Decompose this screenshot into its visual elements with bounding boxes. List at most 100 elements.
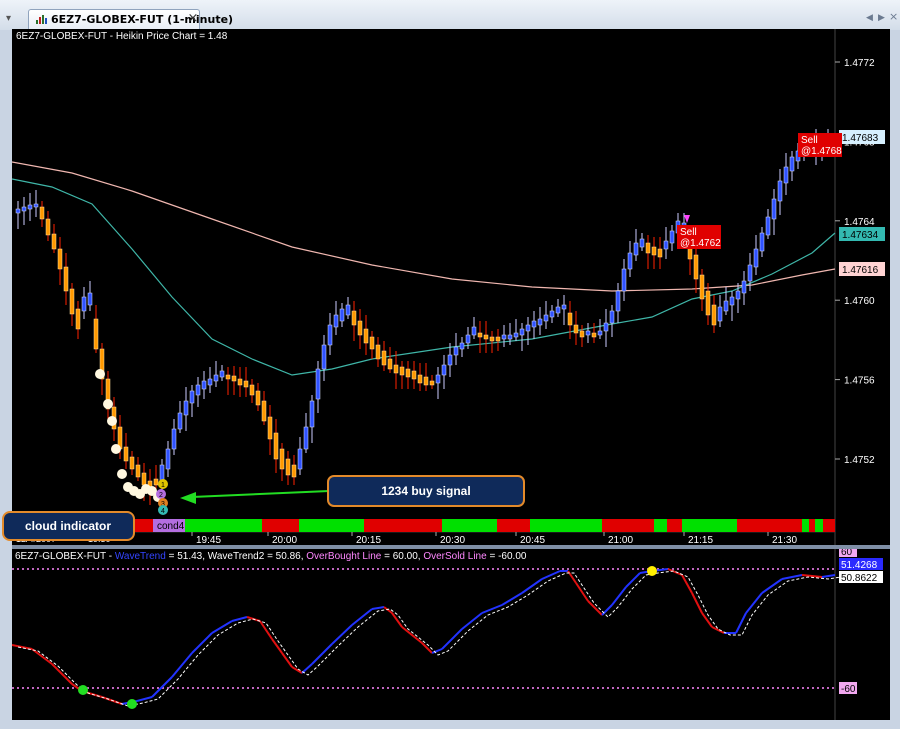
candle-body [249,384,255,396]
candle-body [75,308,81,330]
candle-body [87,292,93,306]
candle-body [387,358,393,370]
candle-body [399,366,405,376]
candle-body [27,204,33,210]
candle-body [717,306,723,322]
buy-signal-label: 1234 buy signal [381,484,470,498]
candle-body [267,416,273,440]
candle-body [513,332,519,338]
price-pane[interactable]: 1234 1.47721.47681.47641.47601.47561.475… [12,29,890,545]
wavetrend-segment [441,628,463,650]
sell-label: Sell [801,135,818,146]
candle-body [429,380,435,386]
wavetrend-segment [171,652,193,678]
candle-body [285,458,291,476]
candle-body [561,304,567,310]
candle-body [165,448,171,470]
scroll-right-icon[interactable]: ▶ [878,12,888,24]
candle-body [729,296,735,306]
window-close-icon[interactable]: × [889,11,899,23]
chart-tab[interactable]: 6EZ7-GLOBEX-FUT (1-minute) × [28,9,233,30]
wavetrend-segment [331,624,353,645]
wavetrend-segment [211,620,233,634]
candle-body [81,296,87,312]
scroll-left-icon[interactable]: ◀ [866,12,876,24]
ob-value: = 60.00, [381,551,423,562]
osc-badge-label: -60 [841,684,856,695]
wavetrend-segment [136,696,153,702]
candle-body [459,342,465,350]
candle-body [339,308,345,322]
wavetrend-segment [401,626,423,644]
os-name: OverSold Line [423,551,487,562]
candle-body [555,306,561,314]
wavetrend-segment [711,626,725,634]
wavetrend-chart[interactable]: 60 51.4268 50.8622 -60 6EZ7-GLOBEX-FUT - Wa… [12,549,890,720]
candle-body [15,208,21,214]
wavetrend-segment [625,572,641,588]
candle-body [663,240,669,250]
os-cross-dot [127,699,137,709]
buy-dot [107,416,117,426]
candle-body [609,310,615,324]
tab-close-icon[interactable]: × [186,11,200,27]
candle-body [477,332,483,338]
candle-body [639,238,645,248]
candle-body [219,370,225,378]
candle-body [171,428,177,450]
candle-body [225,374,231,380]
price-chart[interactable]: 1234 1.47721.47681.47641.47601.47561.475… [12,29,890,545]
candle-body [669,230,675,244]
cloud-segment [815,519,823,532]
cloud-indicator-label: cloud indicator [25,519,111,533]
candle-body [447,354,453,366]
candle-body [45,218,51,236]
x-tick-label: 21:00 [608,535,633,545]
candle-body [417,374,423,384]
candle-body [141,472,147,486]
candle-body [519,328,525,336]
x-tick-label: 21:15 [688,535,713,545]
wavetrend-title: 6EZ7-GLOBEX-FUT - WaveTrend = 51.43, Wav… [15,551,527,562]
candle-body [237,378,243,386]
cloud-segment [442,519,497,532]
wavetrend-segment [501,592,523,606]
candle-body [435,374,441,384]
candle-body [495,336,501,342]
candle-body [153,478,159,486]
wavetrend-segment [745,592,763,614]
candle-body [381,350,387,366]
candle-body [297,448,303,470]
wavetrend-segment [191,632,213,654]
candle-body [177,412,183,430]
cloud-segment [823,519,835,532]
os-cross-dot [78,685,88,695]
wavetrend2-line [17,570,842,707]
candle-body [321,344,327,370]
y-tick-label: 1.4772 [844,58,875,69]
candle-body [507,334,513,340]
sell-price-label: @1.4762 [680,238,721,249]
x-tick-label: 21:30 [772,535,797,545]
y-tick-label: 1.4760 [844,296,875,307]
candle-body [747,264,753,282]
tab-title: 6EZ7-GLOBEX-FUT (1-minute) [51,13,234,26]
candle-body [135,464,141,478]
tab-menu-icon[interactable]: ▾ [6,12,20,26]
cloud-segment [809,519,815,532]
wavetrend-segment [521,578,543,594]
wavetrend-title-prefix: 6EZ7-GLOBEX-FUT - [15,551,115,562]
wavetrend-segment [821,574,836,578]
buy-dot [111,444,121,454]
osc-badge-label: 51.4268 [841,560,878,571]
cloud-segment [364,519,442,532]
candle-body [255,390,261,406]
wavetrend-segment [351,608,373,626]
candle-body [33,203,39,208]
osc-badge-label: 50.8622 [841,573,878,584]
candle-body [279,448,285,470]
cloud-segment [667,519,682,532]
wavetrend-pane[interactable]: 60 51.4268 50.8622 -60 6EZ7-GLOBEX-FUT - Wa… [12,549,890,720]
wavetrend-segment [681,574,693,594]
cloud-segment [530,519,602,532]
